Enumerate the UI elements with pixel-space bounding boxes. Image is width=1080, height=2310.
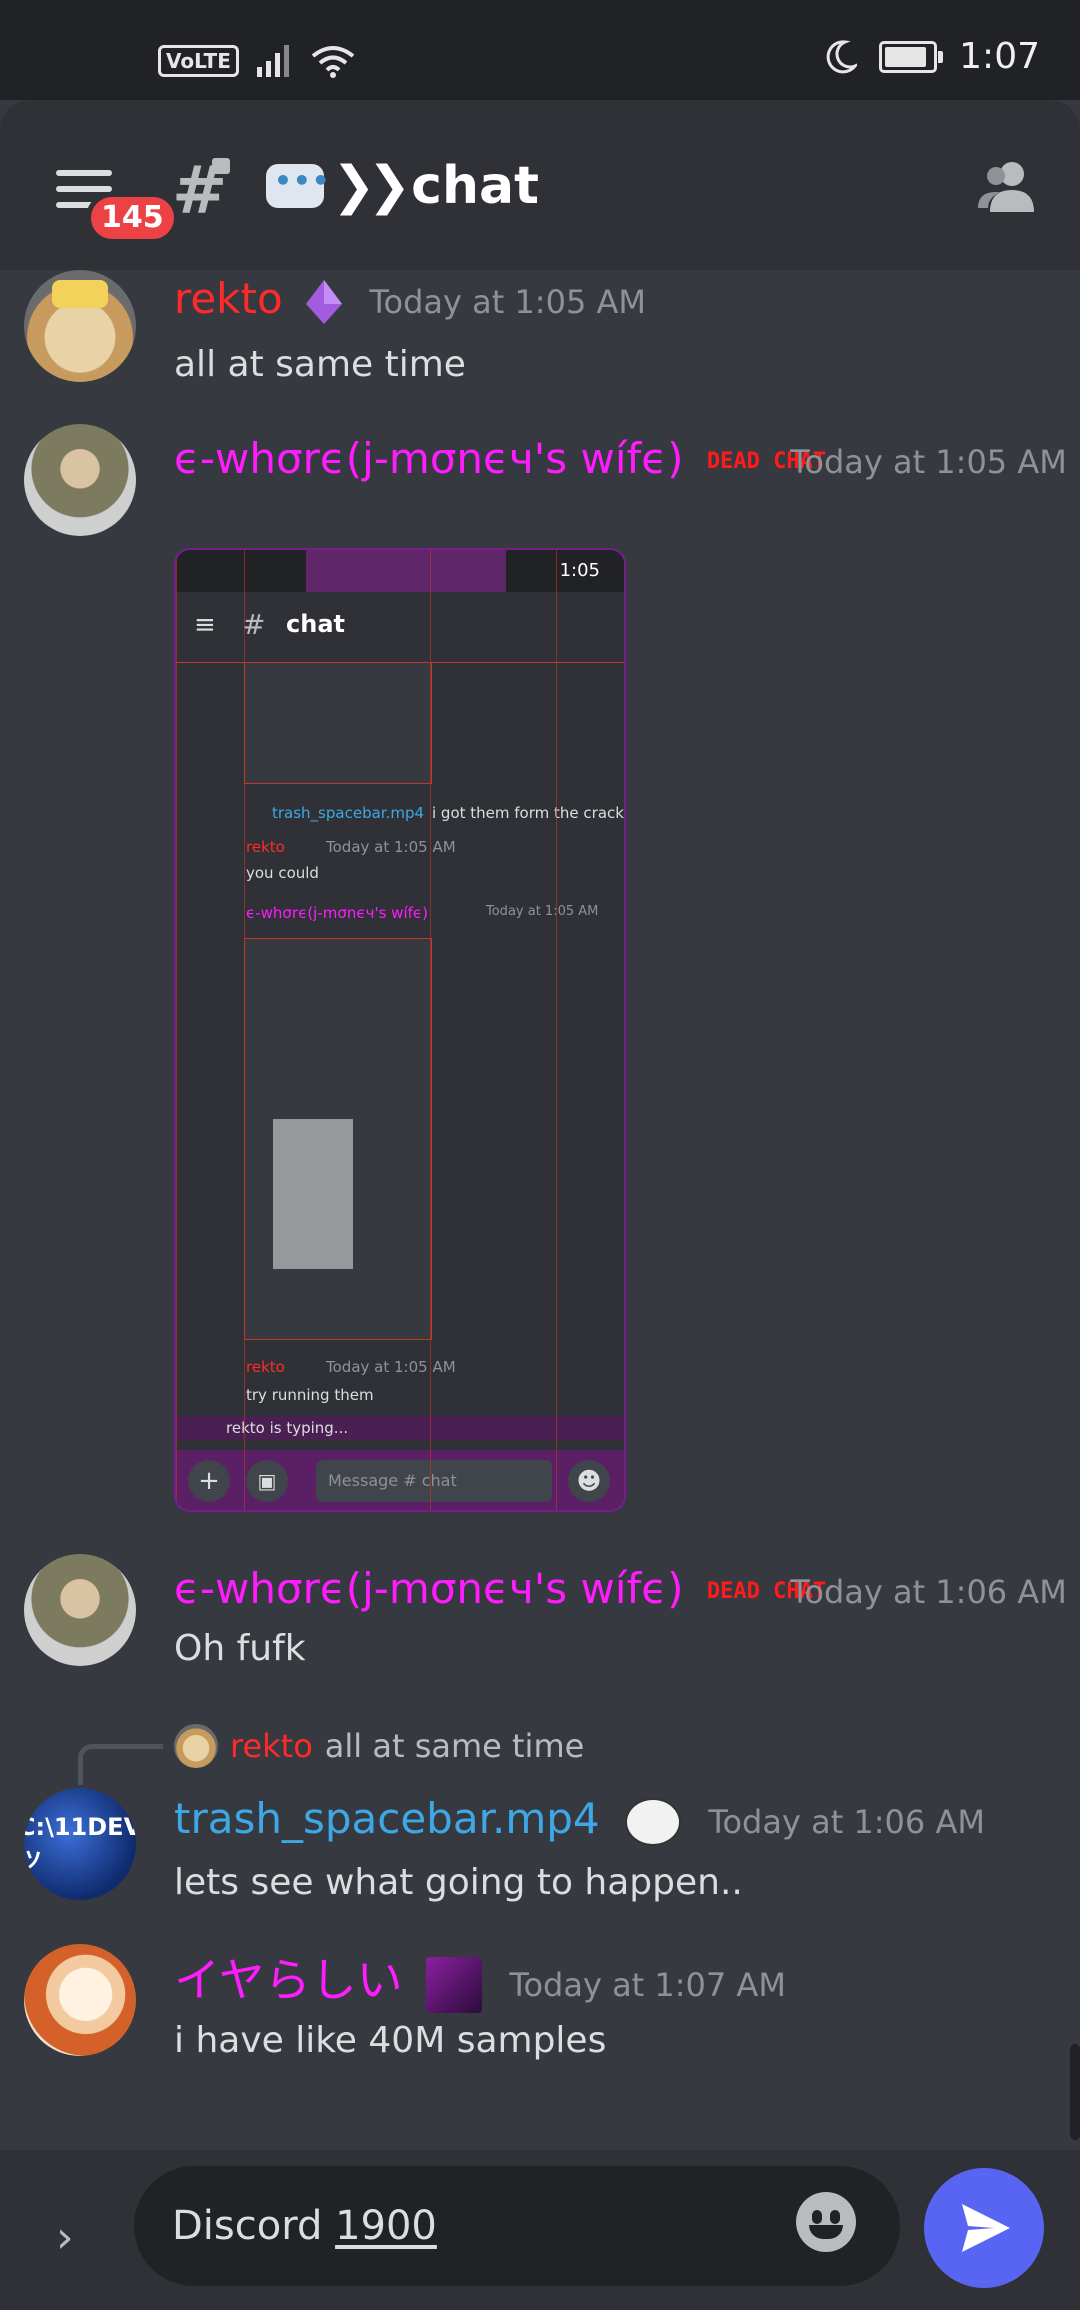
send-icon xyxy=(962,2204,1010,2252)
embed-author: ϵ-whσrϵ(j-mσnϵч's wífϵ) xyxy=(246,904,428,922)
message-input[interactable]: Discord 1900 xyxy=(134,2166,900,2286)
embed-nested-screenshot xyxy=(244,662,432,784)
message-composer: › Discord 1900 xyxy=(0,2150,1080,2310)
message-header: ϵ-whσrϵ(j-mσnϵч's wífϵ) DEAD CHAT Today … xyxy=(174,1564,1067,1613)
double-chevron-icon: ❯❯ xyxy=(332,156,411,216)
reply-connector xyxy=(78,1744,163,1785)
author-name[interactable]: ϵ-whσrϵ(j-mσnϵч's wífϵ) xyxy=(174,1564,684,1613)
notification-badge: 145 xyxy=(86,192,179,244)
input-text-underlined: 1900 xyxy=(335,2203,437,2249)
timestamp: Today at 1:06 AM xyxy=(790,1573,1067,1611)
reply-text: all at same time xyxy=(324,1727,585,1765)
emoji-icon[interactable] xyxy=(796,2192,856,2252)
lock-icon xyxy=(212,158,230,174)
image-attachment[interactable]: 1:05 ≡ # chat trash_spacebar.mp4 i got t… xyxy=(174,548,626,1512)
reply-author: rekto xyxy=(230,1727,313,1765)
message-header: イヤらしい Today at 1:07 AM xyxy=(174,1944,786,2013)
timestamp: Today at 1:05 AM xyxy=(369,283,646,321)
embed-gift-icon: ▣ xyxy=(246,1460,288,1502)
message-header: trash_spacebar.mp4 Today at 1:06 AM xyxy=(174,1794,985,1846)
message-header: rekto Today at 1:05 AM xyxy=(174,274,646,324)
volte-icon: VoLTE xyxy=(158,45,239,77)
author-name[interactable]: ϵ-whσrϵ(j-mσnϵч's wífϵ) xyxy=(174,434,684,483)
message-text: Oh fufk xyxy=(174,1628,306,1669)
avatar[interactable] xyxy=(24,1554,136,1666)
message-text: all at same time xyxy=(174,344,466,385)
embed-text: you could xyxy=(246,864,319,882)
author-name[interactable]: イヤらしい xyxy=(174,1953,403,2007)
input-text: Discord xyxy=(172,2203,336,2249)
members-icon[interactable] xyxy=(976,158,1040,214)
reply-preview[interactable]: rekto all at same time xyxy=(174,1724,584,1768)
role-image-icon xyxy=(425,1956,482,2013)
clock: 1:07 xyxy=(959,36,1040,77)
speech-balloon-icon xyxy=(266,164,331,208)
status-bar: VoLTE 1:07 xyxy=(0,0,1080,100)
embed-timestamp: Today at 1:05 AM xyxy=(326,838,456,856)
chevron-right-icon[interactable]: › xyxy=(56,2212,74,2263)
dead-chat-role-icon: DEAD CHAT xyxy=(706,1578,827,1604)
author-name[interactable]: trash_spacebar.mp4 xyxy=(174,1794,600,1843)
embed-author: trash_spacebar.mp4 xyxy=(272,804,425,822)
timestamp: Today at 1:06 AM xyxy=(708,1803,985,1841)
message-header: ϵ-whσrϵ(j-mσnϵч's wífϵ) DEAD CHAT Today … xyxy=(174,434,1067,483)
avatar[interactable] xyxy=(24,1944,136,2056)
channel-name: chat xyxy=(411,156,539,216)
diamond-role-icon xyxy=(306,279,343,324)
status-left: VoLTE xyxy=(158,44,355,78)
signal-icon xyxy=(256,45,289,77)
author-name[interactable]: rekto xyxy=(174,274,283,323)
embed-text: i got them form the cracked xyxy=(432,804,626,822)
embed-timestamp: Today at 1:05 AM xyxy=(486,904,599,919)
embed-plus-icon: + xyxy=(188,1460,230,1502)
channel-header: 145 # ❯❯ chat xyxy=(0,100,1080,270)
embed-menu-icon: ≡ xyxy=(194,610,216,640)
pepe-role-icon xyxy=(625,1797,681,1846)
avatar[interactable]: C:\11DEVツ xyxy=(24,1788,136,1900)
embed-hash-icon: # xyxy=(242,608,266,641)
embed-author: rekto xyxy=(246,1358,285,1376)
moon-icon xyxy=(826,39,858,73)
status-right: 1:07 xyxy=(825,36,1040,77)
embed-channel-name: chat xyxy=(286,610,345,638)
message-text: i have like 40M samples xyxy=(174,2020,607,2061)
timestamp: Today at 1:05 AM xyxy=(790,443,1067,481)
send-button[interactable] xyxy=(924,2168,1044,2288)
channel-title[interactable]: ❯❯ chat xyxy=(266,156,539,216)
wifi-icon xyxy=(311,46,355,78)
embed-author: rekto xyxy=(246,838,285,856)
avatar[interactable] xyxy=(24,424,136,536)
timestamp: Today at 1:07 AM xyxy=(509,1966,786,2004)
embed-emoji-icon: ☻ xyxy=(568,1460,610,1502)
avatar[interactable] xyxy=(24,270,136,382)
reply-avatar xyxy=(174,1724,218,1768)
battery-icon xyxy=(879,40,944,73)
embed-input: Message # chat xyxy=(316,1460,552,1502)
embed-timestamp: Today at 1:05 AM xyxy=(326,1358,456,1376)
message-text: lets see what going to happen.. xyxy=(174,1862,743,1903)
embed-nested-screenshot xyxy=(244,938,432,1340)
embed-clock: 1:05 xyxy=(559,560,600,581)
embed-text: try running them xyxy=(246,1386,374,1404)
scrollbar[interactable] xyxy=(1070,2044,1080,2140)
dead-chat-role-icon: DEAD CHAT xyxy=(706,448,827,474)
